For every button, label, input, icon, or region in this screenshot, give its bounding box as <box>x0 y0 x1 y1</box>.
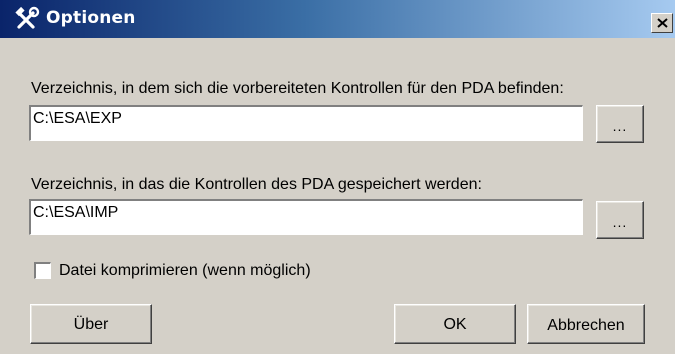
import-dir-input[interactable]: C:\ESA\IMP <box>29 199 583 235</box>
options-dialog: Optionen Verzeichnis, in dem sich die vo… <box>0 0 675 354</box>
tools-icon <box>14 6 40 32</box>
compress-checkbox[interactable] <box>34 262 51 279</box>
export-dir-label: Verzeichnis, in dem sich die vorbereitet… <box>31 80 564 97</box>
import-browse-button[interactable]: ... <box>596 201 644 239</box>
close-button[interactable] <box>651 13 673 33</box>
about-button[interactable]: Über <box>30 304 152 344</box>
title-bar[interactable]: Optionen <box>0 0 675 38</box>
export-browse-button[interactable]: ... <box>596 105 644 143</box>
close-icon <box>657 18 668 28</box>
import-dir-label: Verzeichnis, in das die Kontrollen des P… <box>31 176 482 193</box>
cancel-button[interactable]: Abbrechen <box>527 304 645 344</box>
ok-button[interactable]: OK <box>394 304 516 344</box>
compress-label[interactable]: Datei komprimieren (wenn möglich) <box>59 262 311 280</box>
export-dir-input[interactable]: C:\ESA\EXP <box>29 105 583 141</box>
dialog-title: Optionen <box>46 8 136 28</box>
